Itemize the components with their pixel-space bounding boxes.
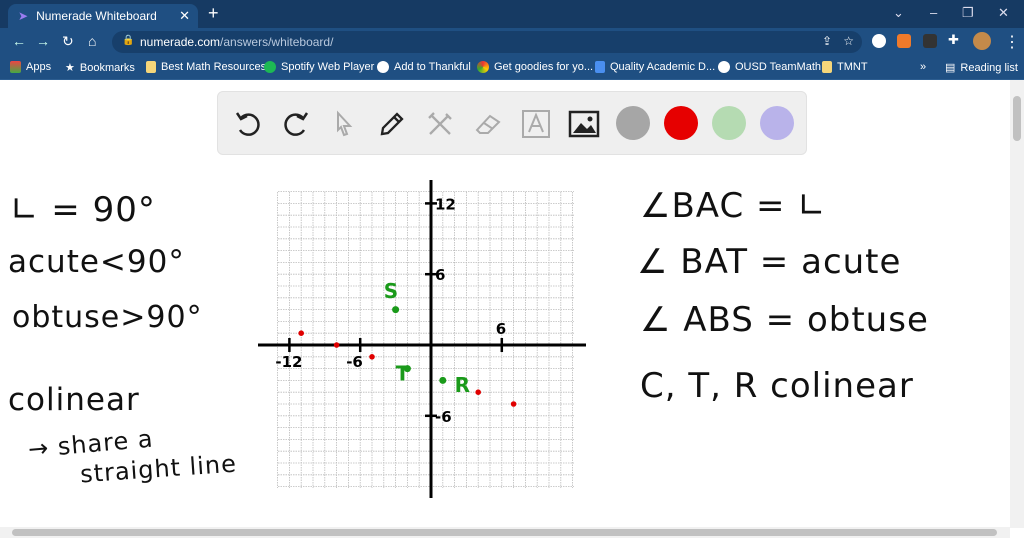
horizontal-scroll-thumb[interactable] (12, 529, 997, 536)
point-label-R: R (455, 373, 470, 397)
point-green (439, 376, 447, 384)
vertical-scroll-thumb[interactable] (1013, 96, 1021, 141)
point-red (298, 330, 305, 337)
coordinate-grid: -12 -6 6 12 6 -6 S T R (258, 180, 586, 498)
point-red (475, 389, 482, 396)
vertical-scrollbar[interactable] (1010, 80, 1024, 528)
point-label-T: T (396, 361, 410, 385)
point-red (333, 342, 340, 348)
x-tick-label: -12 (275, 353, 302, 371)
point-red (369, 354, 375, 360)
x-tick-label: -6 (346, 353, 363, 371)
y-tick-label: 6 (435, 266, 445, 284)
point-label-S: S (384, 279, 398, 303)
y-tick-label: -6 (435, 408, 452, 426)
y-tick-label: 12 (435, 195, 456, 213)
point-green (392, 306, 400, 314)
point-red (510, 401, 517, 407)
x-tick-label: 6 (496, 320, 506, 338)
